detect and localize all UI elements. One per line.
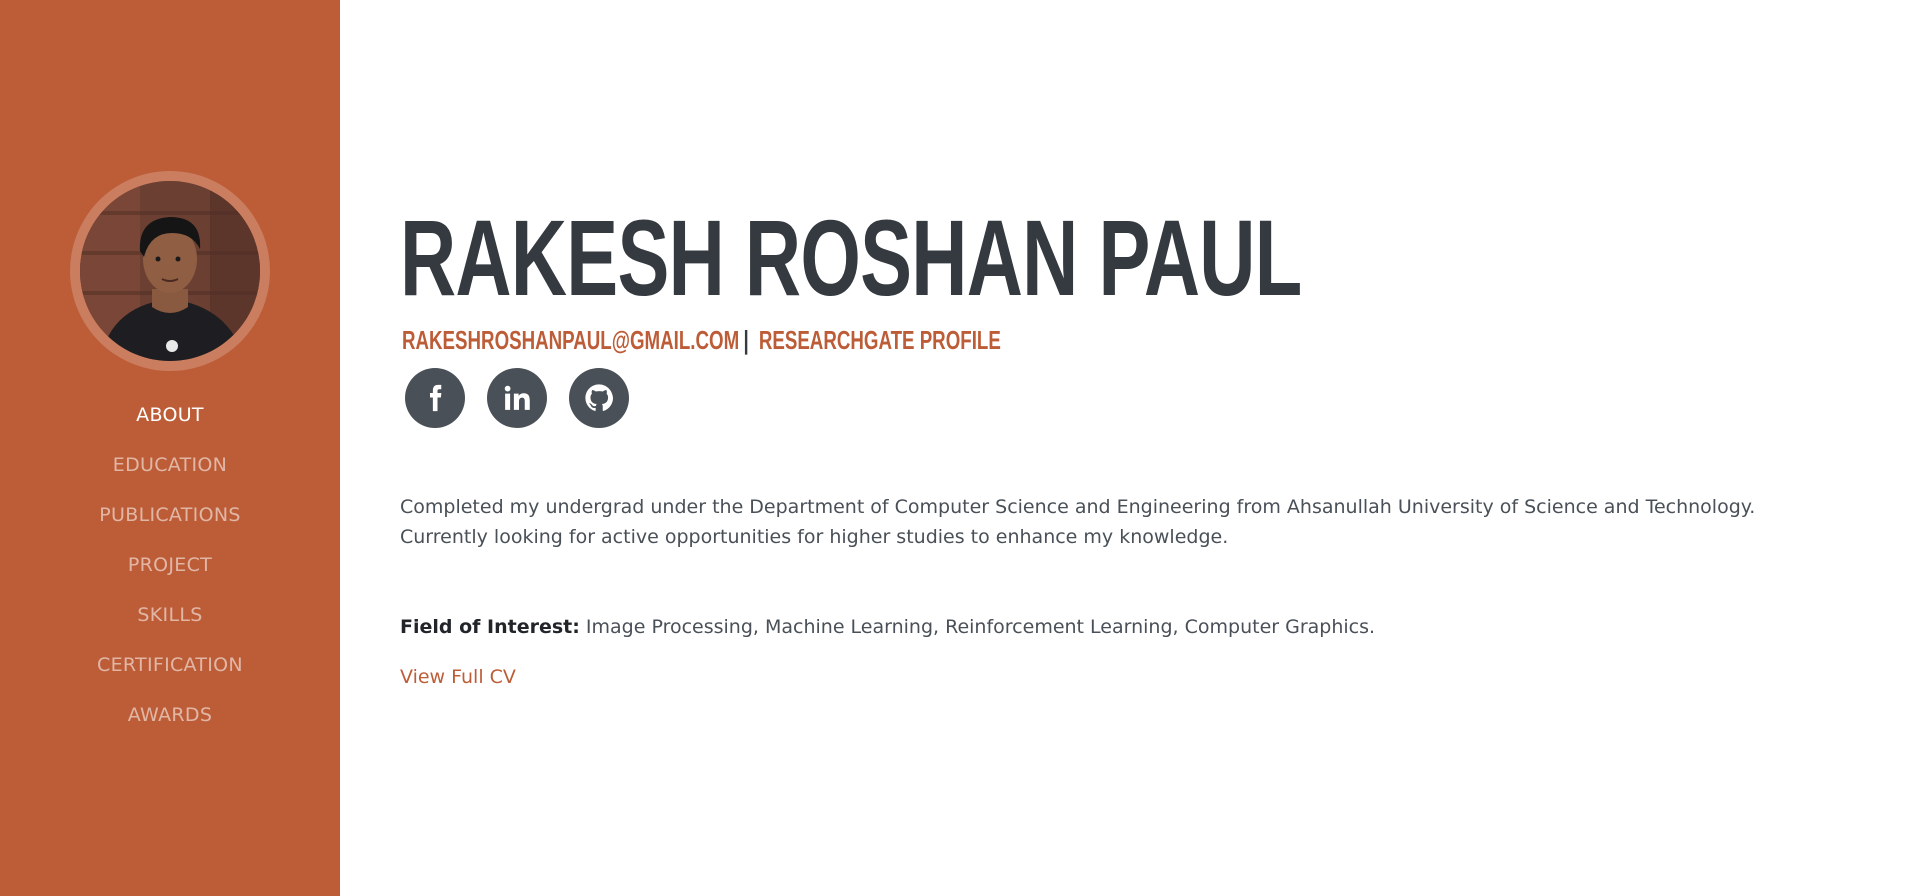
field-of-interest: Field of Interest: Image Processing, Mac… <box>400 612 1375 642</box>
interest-text: Image Processing, Machine Learning, Rein… <box>579 616 1376 638</box>
about-summary: Completed my undergrad under the Departm… <box>400 496 1756 548</box>
avatar-ring <box>70 171 270 371</box>
page: ABOUT EDUCATION PUBLICATIONS PROJECT SKI… <box>0 0 1920 896</box>
nav-item-about[interactable]: ABOUT <box>0 390 340 440</box>
sidebar-nav: ABOUT EDUCATION PUBLICATIONS PROJECT SKI… <box>0 390 340 740</box>
facebook-icon <box>430 384 442 412</box>
avatar <box>80 181 260 361</box>
nav-item-skills[interactable]: SKILLS <box>0 590 340 640</box>
contact-line: RAKESHROSHANPAUL@GMAIL.COM | RESEARCHGATE … <box>402 325 1001 355</box>
github-icon <box>585 384 613 411</box>
avatar-photo <box>80 181 260 361</box>
view-cv-link[interactable]: View Full CV <box>400 662 516 692</box>
researchgate-link[interactable]: RESEARCHGATE PROFILE <box>759 325 1001 355</box>
page-title: RAKESH ROSHAN PAUL <box>400 197 1302 318</box>
github-button[interactable] <box>569 368 629 428</box>
sidebar: ABOUT EDUCATION PUBLICATIONS PROJECT SKI… <box>0 0 340 896</box>
nav-item-project[interactable]: PROJECT <box>0 540 340 590</box>
nav-item-awards[interactable]: AWARDS <box>0 690 340 740</box>
nav-item-publications[interactable]: PUBLICATIONS <box>0 490 340 540</box>
interest-label: Field of Interest: <box>400 616 580 638</box>
facebook-button[interactable] <box>405 368 465 428</box>
linkedin-button[interactable] <box>487 368 547 428</box>
contact-separator: | <box>743 325 749 355</box>
nav-item-certification[interactable]: CERTIFICATION <box>0 640 340 690</box>
social-icons <box>405 368 629 428</box>
linkedin-icon <box>504 385 530 410</box>
email-link[interactable]: RAKESHROSHANPAUL@GMAIL.COM <box>402 325 739 355</box>
nav-item-education[interactable]: EDUCATION <box>0 440 340 490</box>
